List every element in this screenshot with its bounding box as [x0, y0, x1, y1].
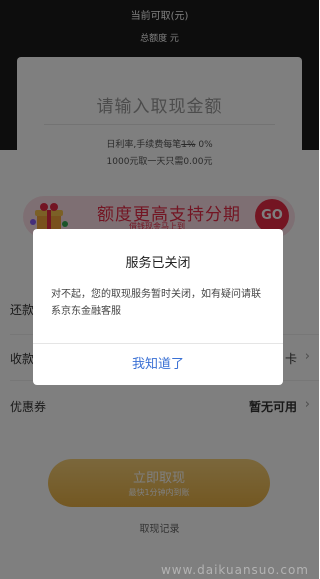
- dialog-message: 对不起，您的取现服务暂时关闭，如有疑问请联系京东金融客服: [51, 289, 261, 317]
- dialog-title: 服务已关闭: [125, 256, 191, 271]
- watermark: www.daikuansuo.com: [160, 563, 309, 577]
- dialog-confirm-button[interactable]: 我知道了: [33, 344, 283, 385]
- service-closed-dialog: 服务已关闭 对不起，您的取现服务暂时关闭，如有疑问请联系京东金融客服 我知道了: [33, 229, 283, 385]
